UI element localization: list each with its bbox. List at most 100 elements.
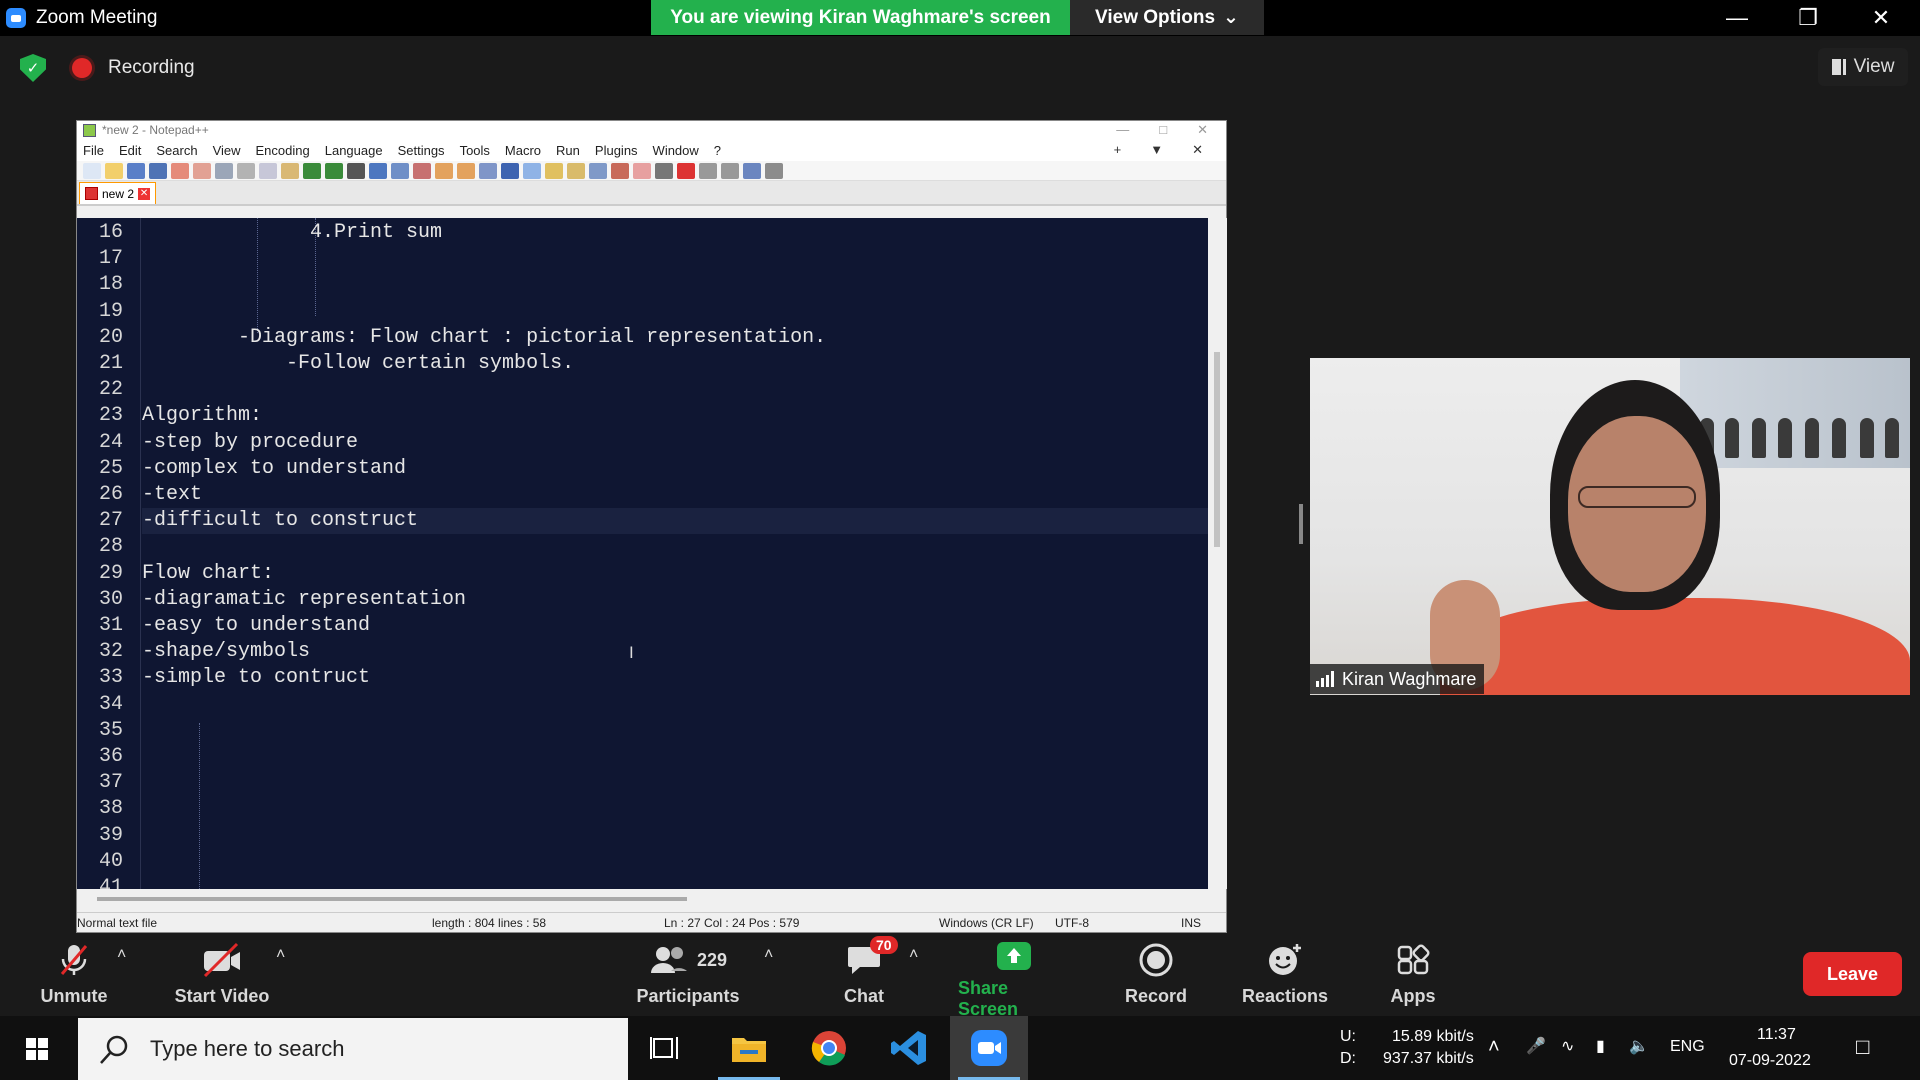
clock-time[interactable]: 11:37: [1757, 1026, 1796, 1044]
tab-new-2[interactable]: new 2 ✕: [79, 182, 157, 204]
show-all-chars-icon[interactable]: [501, 162, 519, 179]
file-explorer-icon[interactable]: [710, 1016, 788, 1080]
print-icon[interactable]: [215, 162, 233, 179]
undo-icon[interactable]: [303, 162, 321, 179]
zoom-taskbar-icon[interactable]: [950, 1016, 1028, 1080]
vertical-scroll-thumb[interactable]: [1214, 352, 1220, 547]
apps-button[interactable]: Apps: [1388, 940, 1438, 1016]
macro-record-icon[interactable]: [633, 162, 651, 179]
taskbar-search-box[interactable]: Type here to search: [78, 1018, 628, 1080]
zoom-in-icon[interactable]: [391, 162, 409, 179]
chat-button[interactable]: 70 Chat: [838, 936, 898, 1016]
menu-help[interactable]: ?: [714, 143, 721, 158]
participants-button[interactable]: 229 Participants: [630, 940, 746, 1016]
paste-icon[interactable]: [281, 162, 299, 179]
video-options-caret-icon[interactable]: ˄: [276, 946, 285, 964]
participants-count: 229: [696, 949, 728, 970]
folder-workspace-icon[interactable]: [589, 162, 607, 179]
record-button[interactable]: Record: [1124, 940, 1188, 1016]
battery-icon[interactable]: ▮: [1596, 1036, 1605, 1056]
shield-icon[interactable]: ✓: [20, 54, 46, 82]
participants-caret-icon[interactable]: ˄: [764, 946, 773, 964]
npp-close-icon[interactable]: ✕: [1197, 122, 1208, 138]
share-screen-button[interactable]: Share Screen: [958, 940, 1070, 1019]
menu-settings[interactable]: Settings: [398, 143, 445, 158]
menu-encoding[interactable]: Encoding: [256, 143, 310, 158]
chrome-icon[interactable]: [790, 1016, 868, 1080]
windows-start-icon[interactable]: [26, 1038, 48, 1060]
menu-tools[interactable]: Tools: [460, 143, 490, 158]
view-button[interactable]: View: [1818, 48, 1908, 86]
redo-icon[interactable]: [325, 162, 343, 179]
new-tab-icon[interactable]: +: [1114, 142, 1122, 158]
record-macro-icon[interactable]: [677, 162, 695, 179]
cut-icon[interactable]: [237, 162, 255, 179]
word-wrap-icon[interactable]: [479, 162, 497, 179]
minimize-icon[interactable]: —: [1707, 0, 1767, 36]
reactions-button[interactable]: Reactions: [1242, 940, 1328, 1016]
menu-plugins[interactable]: Plugins: [595, 143, 638, 158]
npp-maximize-icon[interactable]: □: [1159, 122, 1167, 138]
menu-macro[interactable]: Macro: [505, 143, 541, 158]
notification-icon[interactable]: □: [1856, 1034, 1869, 1060]
chat-label: Chat: [844, 986, 884, 1006]
show-hidden-icons-icon[interactable]: ˄: [1488, 1036, 1500, 1059]
indent-guide-icon[interactable]: [523, 162, 541, 179]
horizontal-scrollbar[interactable]: [77, 889, 1208, 907]
leave-button[interactable]: Leave: [1803, 952, 1902, 996]
audio-options-caret-icon[interactable]: ˄: [117, 946, 126, 964]
menu-view[interactable]: View: [213, 143, 241, 158]
vertical-scrollbar[interactable]: [1208, 218, 1227, 889]
chat-caret-icon[interactable]: ˄: [909, 946, 918, 964]
unmute-button[interactable]: Unmute: [36, 940, 112, 1016]
copy-icon[interactable]: [259, 162, 277, 179]
volume-icon[interactable]: 🔈: [1629, 1036, 1649, 1056]
horizontal-scroll-thumb[interactable]: [97, 897, 687, 901]
tab-close-icon[interactable]: ✕: [138, 187, 151, 200]
start-video-button[interactable]: Start Video: [168, 940, 276, 1016]
replace-icon[interactable]: [369, 162, 387, 179]
clock-date[interactable]: 07-09-2022: [1729, 1052, 1811, 1070]
microphone-icon[interactable]: 🎤: [1526, 1036, 1546, 1056]
zoom-out-icon[interactable]: [413, 162, 431, 179]
tab-list-icon[interactable]: ▼: [1150, 142, 1163, 158]
close-file-icon[interactable]: [171, 162, 189, 179]
input-language[interactable]: ENG: [1670, 1038, 1705, 1056]
doc-map-icon[interactable]: [545, 162, 563, 179]
sync-horizontal-icon[interactable]: [457, 162, 475, 179]
new-file-icon[interactable]: [83, 162, 101, 179]
monitoring-icon[interactable]: [611, 162, 629, 179]
open-file-icon[interactable]: [105, 162, 123, 179]
sync-vertical-icon[interactable]: [435, 162, 453, 179]
menu-window[interactable]: Window: [653, 143, 699, 158]
stop-macro-icon[interactable]: [699, 162, 717, 179]
menu-run[interactable]: Run: [556, 143, 580, 158]
function-list-icon[interactable]: [567, 162, 585, 179]
panel-resize-handle[interactable]: [1299, 504, 1303, 544]
find-icon[interactable]: [347, 162, 365, 179]
close-tab-icon[interactable]: ✕: [1192, 142, 1203, 158]
save-macro-icon[interactable]: [765, 162, 783, 179]
notepad-toolbar: [77, 161, 1226, 181]
menu-edit[interactable]: Edit: [119, 143, 141, 158]
task-view-icon[interactable]: [628, 1016, 706, 1080]
play-macro-icon[interactable]: [721, 162, 739, 179]
npp-minimize-icon[interactable]: —: [1116, 122, 1129, 138]
vscode-icon[interactable]: [870, 1016, 948, 1080]
close-all-icon[interactable]: [193, 162, 211, 179]
menu-language[interactable]: Language: [325, 143, 383, 158]
view-button-label: View: [1853, 56, 1895, 77]
save-all-icon[interactable]: [149, 162, 167, 179]
close-icon[interactable]: ✕: [1851, 0, 1911, 36]
restore-icon[interactable]: ❐: [1778, 0, 1838, 36]
view-options-button[interactable]: View Options ⌄: [1070, 0, 1264, 35]
wifi-icon[interactable]: ∿: [1561, 1036, 1574, 1056]
menu-search[interactable]: Search: [156, 143, 197, 158]
chat-unread-badge: 70: [870, 936, 898, 954]
macro-stop-icon[interactable]: [655, 162, 673, 179]
participant-video[interactable]: [1310, 358, 1910, 695]
editor-text-area[interactable]: 16 4.Print sum 17 18 19 20 -Diagrams: Flow c…: [77, 218, 1208, 889]
menu-file[interactable]: File: [83, 143, 104, 158]
save-icon[interactable]: [127, 162, 145, 179]
run-macro-multiple-icon[interactable]: [743, 162, 761, 179]
